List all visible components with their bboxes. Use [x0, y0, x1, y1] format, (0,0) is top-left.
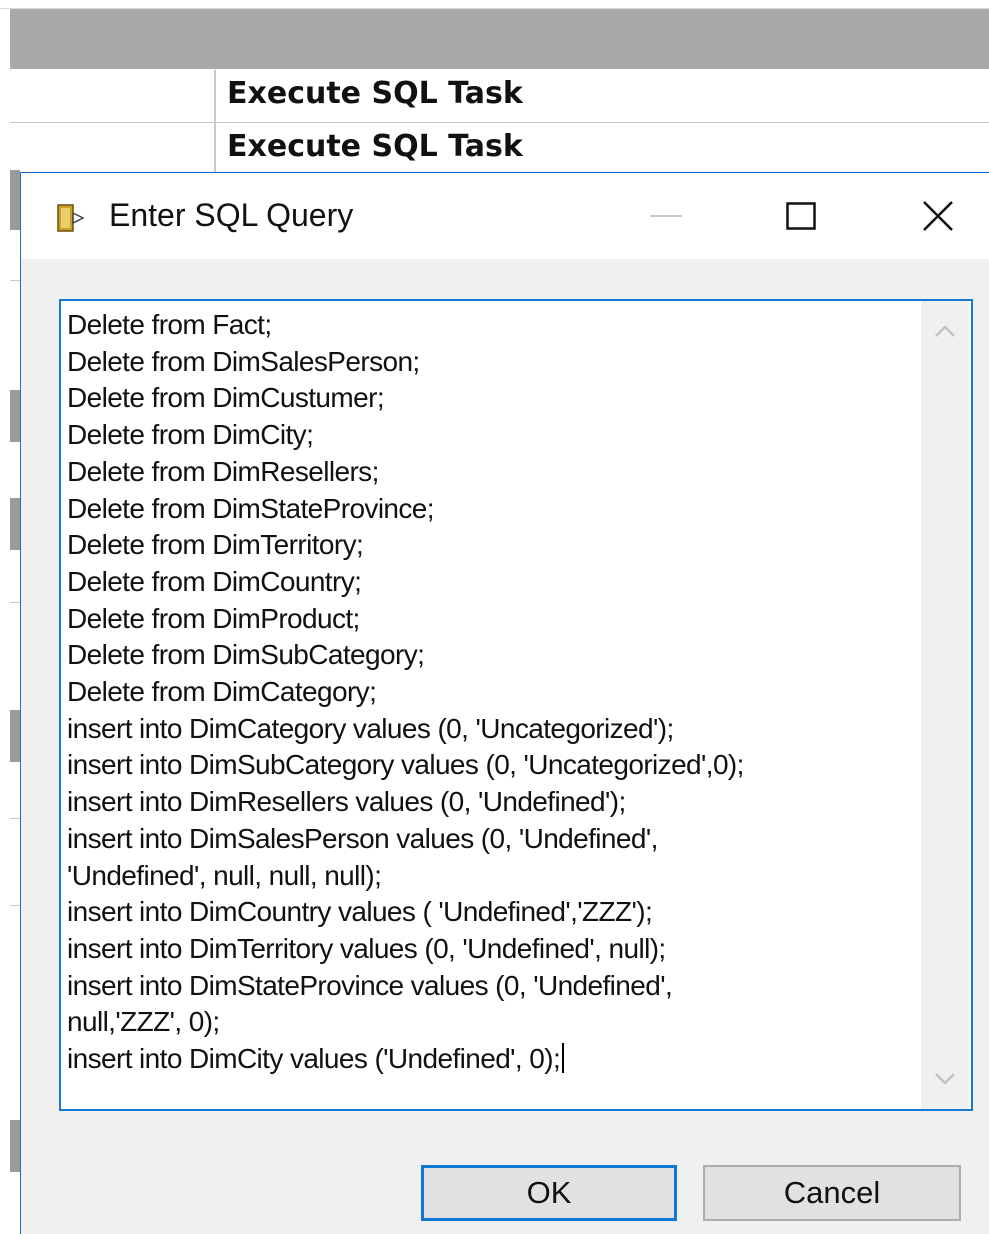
row-stripe	[10, 498, 20, 550]
query-line: insert into DimStateProvince values (0, …	[67, 969, 673, 1001]
scroll-down-button[interactable]	[921, 1059, 969, 1099]
row-separator	[10, 905, 20, 906]
close-button[interactable]	[888, 173, 988, 259]
sql-query-textarea[interactable]: Delete from Fact; Delete from DimSalesPe…	[59, 299, 973, 1111]
query-line: insert into DimSalesPerson values (0, 'U…	[67, 822, 658, 854]
window-top-edge	[0, 0, 989, 9]
row-separator	[10, 818, 20, 819]
enter-sql-query-dialog: Enter SQL Query Delete from Fact; Delete…	[20, 172, 989, 1234]
query-line: insert into DimCountry values ( 'Undefin…	[67, 896, 653, 928]
query-line: Delete from DimProduct;	[67, 602, 360, 634]
vertical-scrollbar[interactable]	[921, 301, 969, 1109]
query-line: insert into DimSubCategory values (0, 'U…	[67, 749, 744, 781]
text-cursor	[562, 1043, 565, 1074]
background-grid-left-edge	[0, 170, 20, 1233]
sql-query-icon	[57, 204, 85, 232]
row-stripe	[10, 710, 20, 762]
query-line: Delete from Fact;	[67, 309, 272, 340]
minimize-button[interactable]	[616, 173, 716, 259]
maximize-icon	[786, 202, 816, 230]
row-separator	[10, 280, 20, 281]
row-separator	[10, 602, 20, 603]
query-line: insert into DimResellers values (0, 'Und…	[67, 786, 626, 818]
dialog-titlebar[interactable]: Enter SQL Query	[21, 173, 989, 259]
cancel-button[interactable]: Cancel	[703, 1165, 961, 1221]
grid-header	[10, 9, 989, 69]
query-line: Delete from DimCategory;	[67, 676, 377, 708]
query-line: Delete from DimSubCategory;	[67, 639, 425, 671]
query-text[interactable]: Delete from Fact; Delete from DimSalesPe…	[67, 307, 917, 1078]
minimize-icon	[650, 215, 682, 217]
cell-divider	[214, 70, 216, 122]
query-line-last: insert into DimCity values ('Undefined',…	[67, 1041, 917, 1078]
chevron-up-icon	[935, 325, 955, 337]
maximize-button[interactable]	[751, 173, 851, 259]
row-stripe	[10, 1120, 20, 1172]
query-line: Delete from DimResellers;	[67, 455, 379, 487]
query-line: Delete from DimStateProvince;	[67, 492, 435, 524]
query-line: Delete from DimCity;	[67, 419, 314, 451]
query-line: 'Undefined', null, null, null);	[67, 859, 382, 891]
row-stripe	[10, 390, 20, 442]
query-line: null,'ZZZ', 0);	[67, 1006, 220, 1038]
close-icon	[923, 201, 953, 231]
query-line: insert into DimTerritory values (0, 'Und…	[67, 932, 666, 964]
dialog-title: Enter SQL Query	[109, 197, 354, 233]
task-type-cell: Execute SQL Task	[227, 129, 523, 164]
table-row[interactable]: Execute SQL Task	[10, 123, 989, 177]
ok-button[interactable]: OK	[421, 1165, 677, 1221]
query-line: Delete from DimSalesPerson;	[67, 345, 420, 377]
table-row[interactable]: Execute SQL Task	[10, 70, 989, 124]
cell-divider	[214, 123, 216, 175]
query-line: insert into DimCity values ('Undefined',…	[67, 1043, 561, 1075]
row-stripe	[10, 170, 20, 230]
query-line: Delete from DimTerritory;	[67, 529, 364, 561]
chevron-down-icon	[935, 1073, 955, 1085]
scroll-up-button[interactable]	[921, 311, 969, 351]
query-line: Delete from DimCustumer;	[67, 382, 385, 414]
query-line: Delete from DimCountry;	[67, 565, 362, 597]
task-type-cell: Execute SQL Task	[227, 76, 523, 111]
query-line: insert into DimCategory values (0, 'Unca…	[67, 712, 674, 744]
